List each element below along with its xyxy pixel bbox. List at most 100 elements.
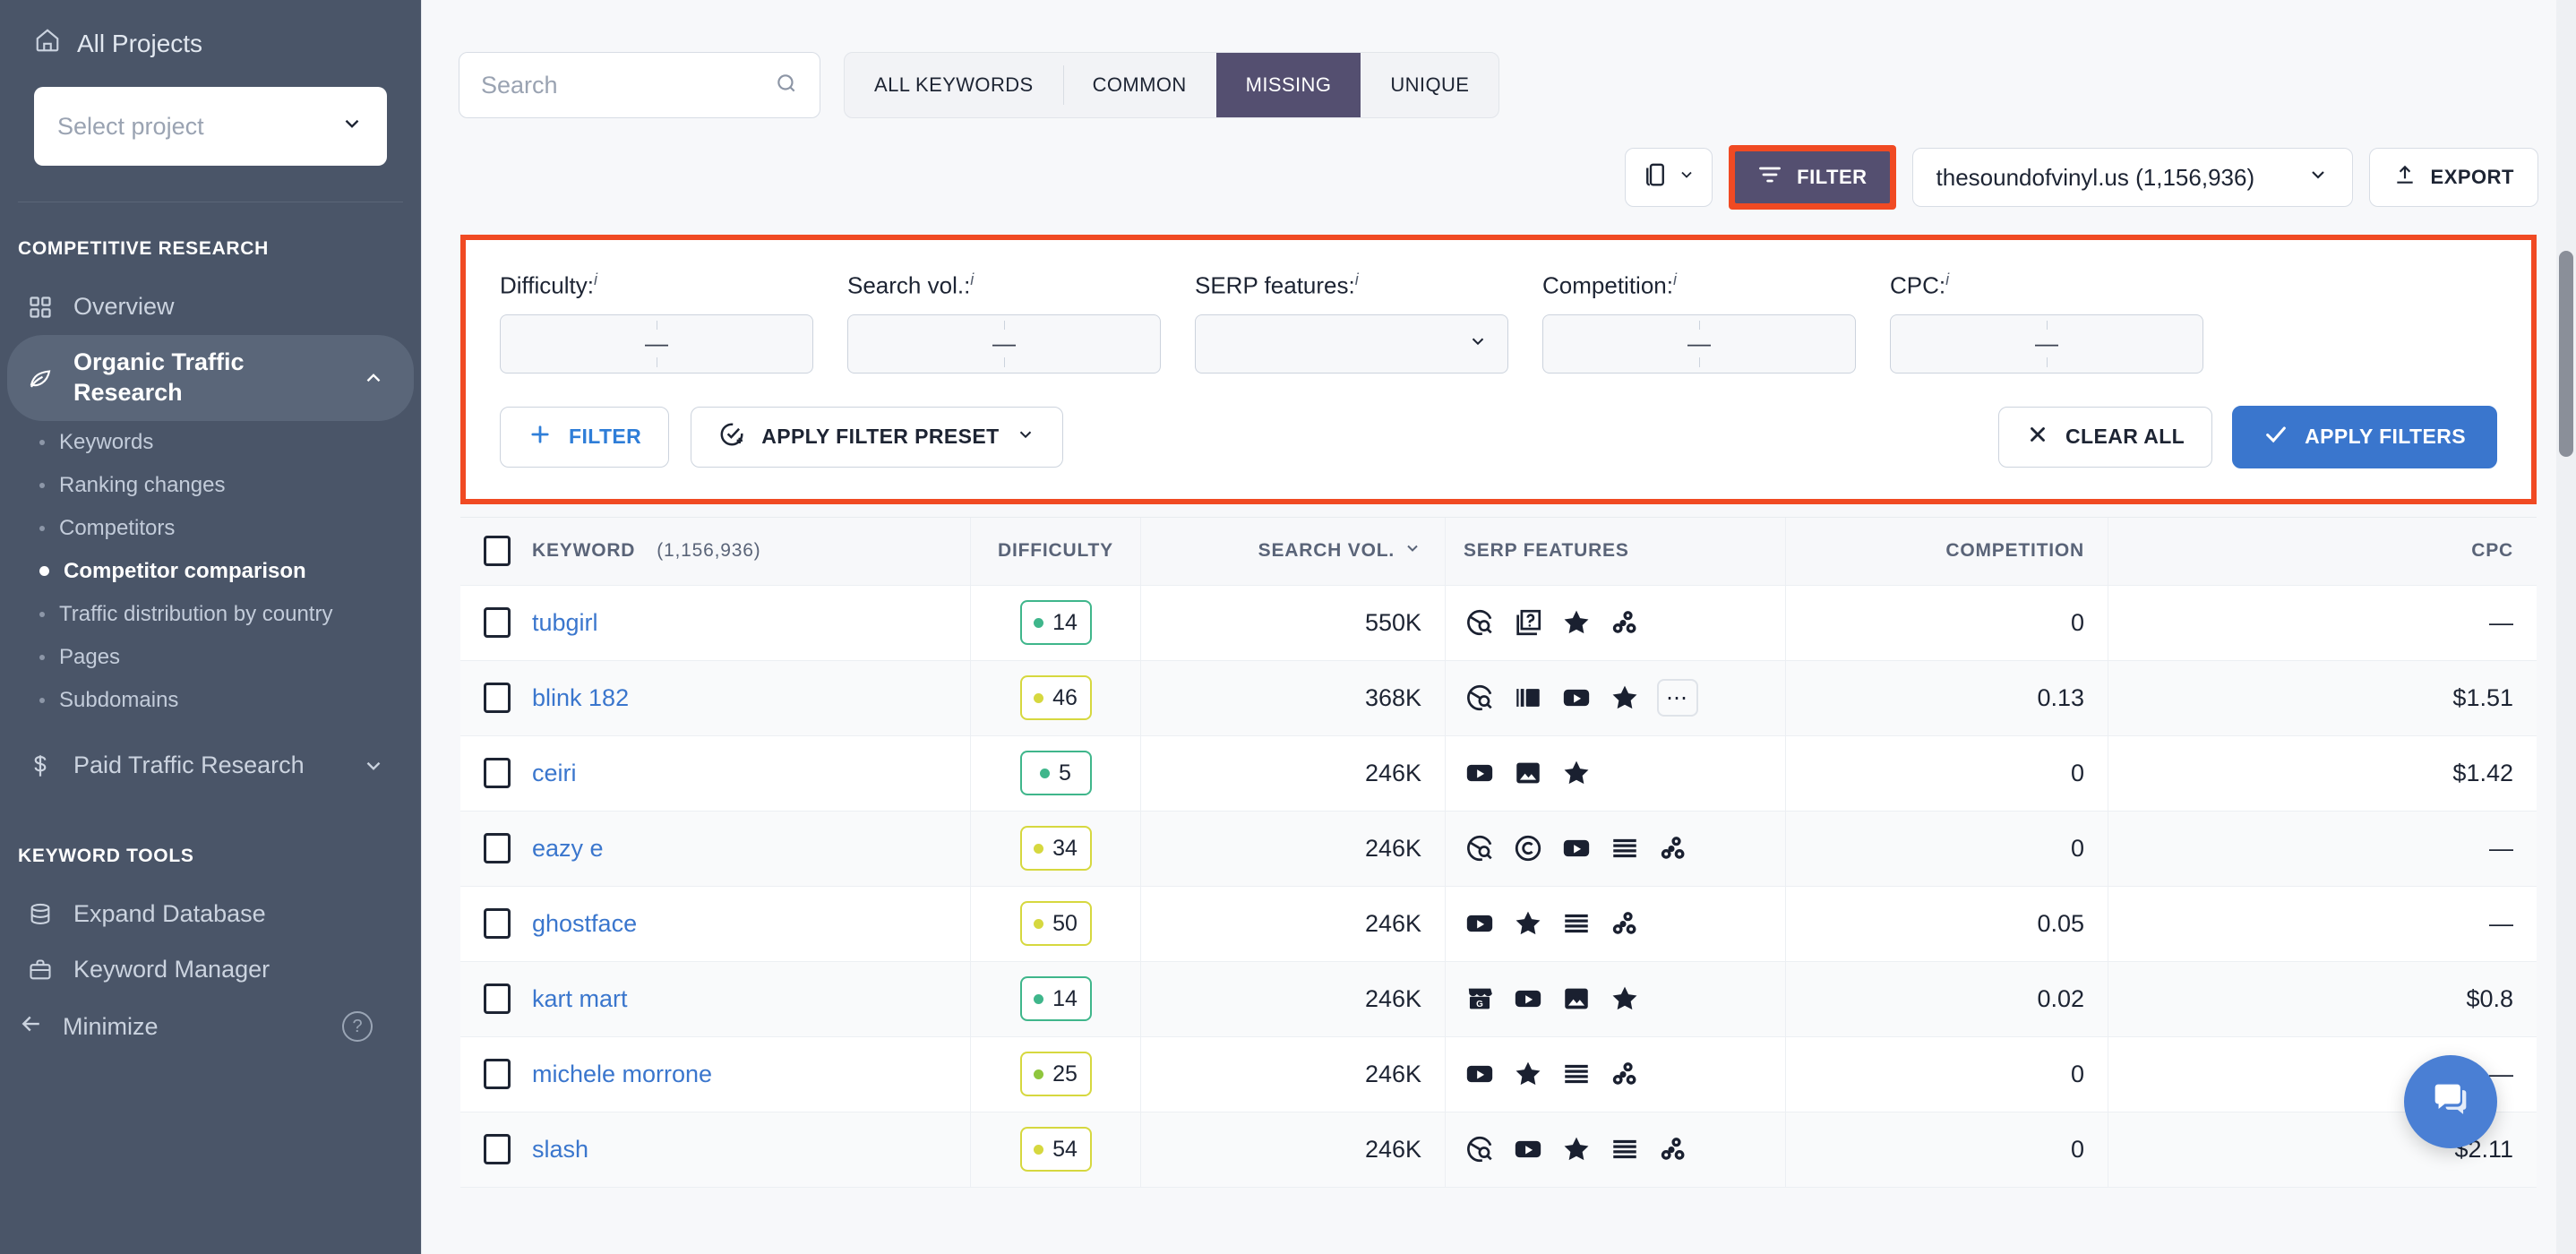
keyword-link[interactable]: michele morrone	[532, 1061, 712, 1088]
sidebar-item-subdomains[interactable]: Subdomains	[0, 679, 421, 722]
row-checkbox[interactable]	[484, 983, 511, 1015]
apply-filter-preset-button[interactable]: APPLY FILTER PRESET	[691, 406, 1063, 468]
copyright-icon[interactable]	[1512, 832, 1544, 864]
instant-answer-icon[interactable]	[1464, 1133, 1496, 1165]
more-icon[interactable]: ⋯	[1657, 679, 1698, 717]
related-topics-icon[interactable]	[1609, 907, 1641, 940]
related-topics-icon[interactable]	[1657, 832, 1689, 864]
featured-snippet-icon[interactable]	[1609, 682, 1641, 714]
tab-unique[interactable]: UNIQUE	[1361, 53, 1498, 117]
related-topics-icon[interactable]	[1609, 606, 1641, 639]
related-topics-icon[interactable]	[1657, 1133, 1689, 1165]
carousel-icon[interactable]	[1512, 682, 1544, 714]
sidebar-item-traffic-distribution[interactable]: Traffic distribution by country	[0, 593, 421, 636]
featured-snippet-icon[interactable]	[1512, 907, 1544, 940]
info-icon[interactable]: i	[1355, 271, 1359, 288]
project-select[interactable]: Select project	[34, 87, 387, 166]
table-row[interactable]: slash 54 246K 0 $2.11	[460, 1112, 2537, 1188]
column-header-competition[interactable]: COMPETITION	[1786, 517, 2108, 585]
faq-icon[interactable]	[1512, 606, 1544, 639]
filter-input-search-vol[interactable]: —	[847, 314, 1161, 374]
info-icon[interactable]: i	[594, 271, 597, 288]
sidebar-group-paid-traffic-research[interactable]: Paid Traffic Research	[7, 738, 414, 794]
keyword-link[interactable]: tubgirl	[532, 609, 598, 637]
keyword-link[interactable]: blink 182	[532, 684, 629, 712]
table-row[interactable]: blink 182 46 368K ⋯ 0.13 $1.51	[460, 660, 2537, 736]
row-checkbox[interactable]	[484, 607, 511, 639]
column-header-keyword[interactable]: KEYWORD (1,156,936)	[460, 517, 971, 585]
vertical-scrollbar-thumb[interactable]	[2559, 251, 2573, 457]
image-icon[interactable]	[1512, 757, 1544, 789]
device-toggle-button[interactable]	[1625, 148, 1713, 207]
add-filter-button[interactable]: FILTER	[500, 406, 670, 468]
sidebar-item-expand-database[interactable]: Expand Database	[7, 887, 414, 942]
instant-answer-icon[interactable]	[1464, 606, 1496, 639]
text-block-icon[interactable]	[1609, 832, 1641, 864]
row-checkbox[interactable]	[484, 833, 511, 864]
help-icon[interactable]: ?	[342, 1011, 373, 1042]
keyword-link[interactable]: kart mart	[532, 985, 628, 1013]
domain-select[interactable]: thesoundofvinyl.us (1,156,936)	[1911, 148, 2353, 207]
text-block-icon[interactable]	[1560, 907, 1593, 940]
column-header-serp-features[interactable]: SERP FEATURES	[1446, 517, 1786, 585]
featured-snippet-icon[interactable]	[1560, 606, 1593, 639]
row-checkbox[interactable]	[484, 1059, 511, 1090]
vertical-scrollbar-track[interactable]	[2556, 0, 2576, 1254]
instant-answer-icon[interactable]	[1464, 832, 1496, 864]
row-checkbox[interactable]	[484, 758, 511, 789]
keyword-link[interactable]: ghostface	[532, 910, 637, 938]
tab-common[interactable]: COMMON	[1062, 53, 1216, 117]
chat-support-button[interactable]	[2404, 1055, 2497, 1148]
sidebar-minimize-button[interactable]: Minimize ?	[0, 998, 421, 1056]
filter-input-difficulty[interactable]: —	[500, 314, 813, 374]
local-pack-icon[interactable]: G	[1464, 983, 1496, 1015]
filter-input-cpc[interactable]: —	[1890, 314, 2203, 374]
related-topics-icon[interactable]	[1609, 1058, 1641, 1090]
sidebar-item-keywords[interactable]: Keywords	[0, 421, 421, 464]
filter-select-serp-features[interactable]	[1195, 314, 1508, 374]
filter-button[interactable]: FILTER	[1735, 151, 1890, 203]
column-header-difficulty[interactable]: DIFFICULTY	[971, 517, 1141, 585]
video-icon[interactable]	[1464, 1058, 1496, 1090]
image-icon[interactable]	[1560, 983, 1593, 1015]
tab-missing[interactable]: MISSING	[1215, 53, 1361, 117]
column-header-cpc[interactable]: CPC	[2108, 518, 2537, 585]
text-block-icon[interactable]	[1560, 1058, 1593, 1090]
featured-snippet-icon[interactable]	[1512, 1058, 1544, 1090]
search-input[interactable]: Search	[459, 52, 820, 118]
sidebar-item-pages[interactable]: Pages	[0, 636, 421, 679]
sidebar-item-ranking-changes[interactable]: Ranking changes	[0, 464, 421, 507]
info-icon[interactable]: i	[970, 271, 974, 288]
column-header-search-vol[interactable]: SEARCH VOL.	[1141, 517, 1446, 585]
keyword-link[interactable]: slash	[532, 1136, 588, 1164]
table-row[interactable]: ghostface 50 246K 0.05 —	[460, 886, 2537, 962]
sidebar-group-organic-traffic-research[interactable]: Organic Traffic Research	[7, 335, 414, 421]
instant-answer-icon[interactable]	[1464, 682, 1496, 714]
table-row[interactable]: michele morrone 25 246K 0—	[460, 1036, 2537, 1112]
video-icon[interactable]	[1512, 983, 1544, 1015]
keyword-link[interactable]: ceiri	[532, 760, 577, 787]
video-icon[interactable]	[1464, 757, 1496, 789]
table-row[interactable]: tubgirl 14 550K 0 —	[460, 585, 2537, 661]
table-row[interactable]: ceiri 5 246K 0 $1.42	[460, 735, 2537, 812]
featured-snippet-icon[interactable]	[1560, 1133, 1593, 1165]
select-all-checkbox[interactable]	[484, 536, 511, 567]
sidebar-item-competitor-comparison[interactable]: Competitor comparison	[0, 550, 421, 593]
clear-all-button[interactable]: CLEAR ALL	[1998, 406, 2213, 468]
row-checkbox[interactable]	[484, 683, 511, 714]
apply-filters-button[interactable]: APPLY FILTERS	[2232, 405, 2497, 468]
export-button[interactable]: EXPORT	[2368, 148, 2538, 207]
row-checkbox[interactable]	[484, 1134, 511, 1165]
video-icon[interactable]	[1464, 907, 1496, 940]
sidebar-item-overview[interactable]: Overview	[7, 279, 414, 335]
video-icon[interactable]	[1560, 832, 1593, 864]
sidebar-item-all-projects[interactable]: All Projects	[18, 20, 403, 67]
keyword-link[interactable]: eazy e	[532, 835, 604, 863]
tab-all-keywords[interactable]: ALL KEYWORDS	[845, 53, 1063, 117]
featured-snippet-icon[interactable]	[1609, 983, 1641, 1015]
info-icon[interactable]: i	[1945, 271, 1949, 288]
table-row[interactable]: kart mart 14 246K G 0.02 $0.8	[460, 961, 2537, 1037]
video-icon[interactable]	[1560, 682, 1593, 714]
sidebar-item-keyword-manager[interactable]: Keyword Manager	[7, 942, 414, 998]
info-icon[interactable]: i	[1673, 271, 1677, 288]
